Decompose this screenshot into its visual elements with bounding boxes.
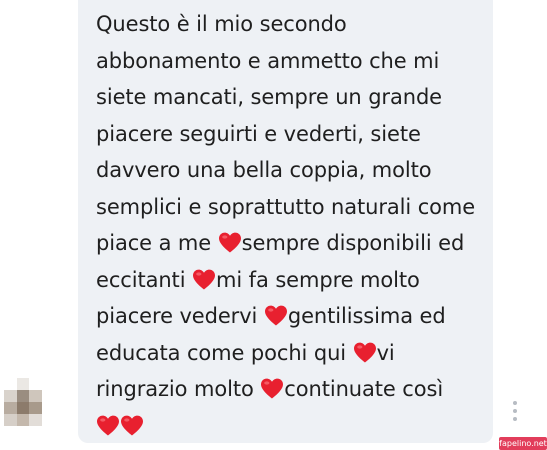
message-line: piace a me sempre disponibili ed [96,225,491,262]
message-fragment: ringrazio molto [96,377,261,401]
more-options-button[interactable] [510,400,520,422]
heart-icon [264,305,288,326]
message-line: semplici e soprattutto naturali come [96,194,476,219]
heart-icon [353,342,377,363]
message-fragment: continuate così [284,377,444,401]
heart-icon [260,378,284,399]
avatar[interactable] [4,378,42,426]
message-fragment: piacere vedervi [96,304,264,328]
message-line: abbonamento e ammetto che mi [96,48,440,73]
message-line: piacere vedervi gentilissima ed [96,298,491,335]
message-line: ringrazio molto continuate così [96,371,491,408]
message-text: Questo è il mio secondo abbonamento e am… [96,6,491,444]
message-fragment: sempre disponibili ed [241,231,465,255]
watermark-logo: fapelino.net [499,437,547,450]
message-line: educata come pochi qui vi [96,335,491,372]
heart-icon [218,232,242,253]
message-fragment: eccitanti [96,267,193,292]
message-fragment: piace a me [96,231,218,255]
message-fragment: vi [376,340,395,365]
heart-icon [96,415,120,436]
heart-icon [120,415,144,436]
message-fragment: gentilissima ed [287,304,446,328]
message-line: davvero una bella coppia, molto [96,158,432,182]
message-fragment: educata come pochi qui [96,340,353,365]
message-line [96,408,491,445]
chat-screen: Questo è il mio secondo abbonamento e am… [0,0,547,450]
message-fragment: mi fa sempre molto [216,267,420,292]
message-line: eccitanti mi fa sempre molto [96,262,491,299]
heart-icon [192,269,216,290]
message-line: piacere seguirti e vederti, siete [96,121,421,146]
message-line: Questo è il mio secondo [96,12,347,36]
message-line: siete mancati, sempre un grande [96,85,442,109]
